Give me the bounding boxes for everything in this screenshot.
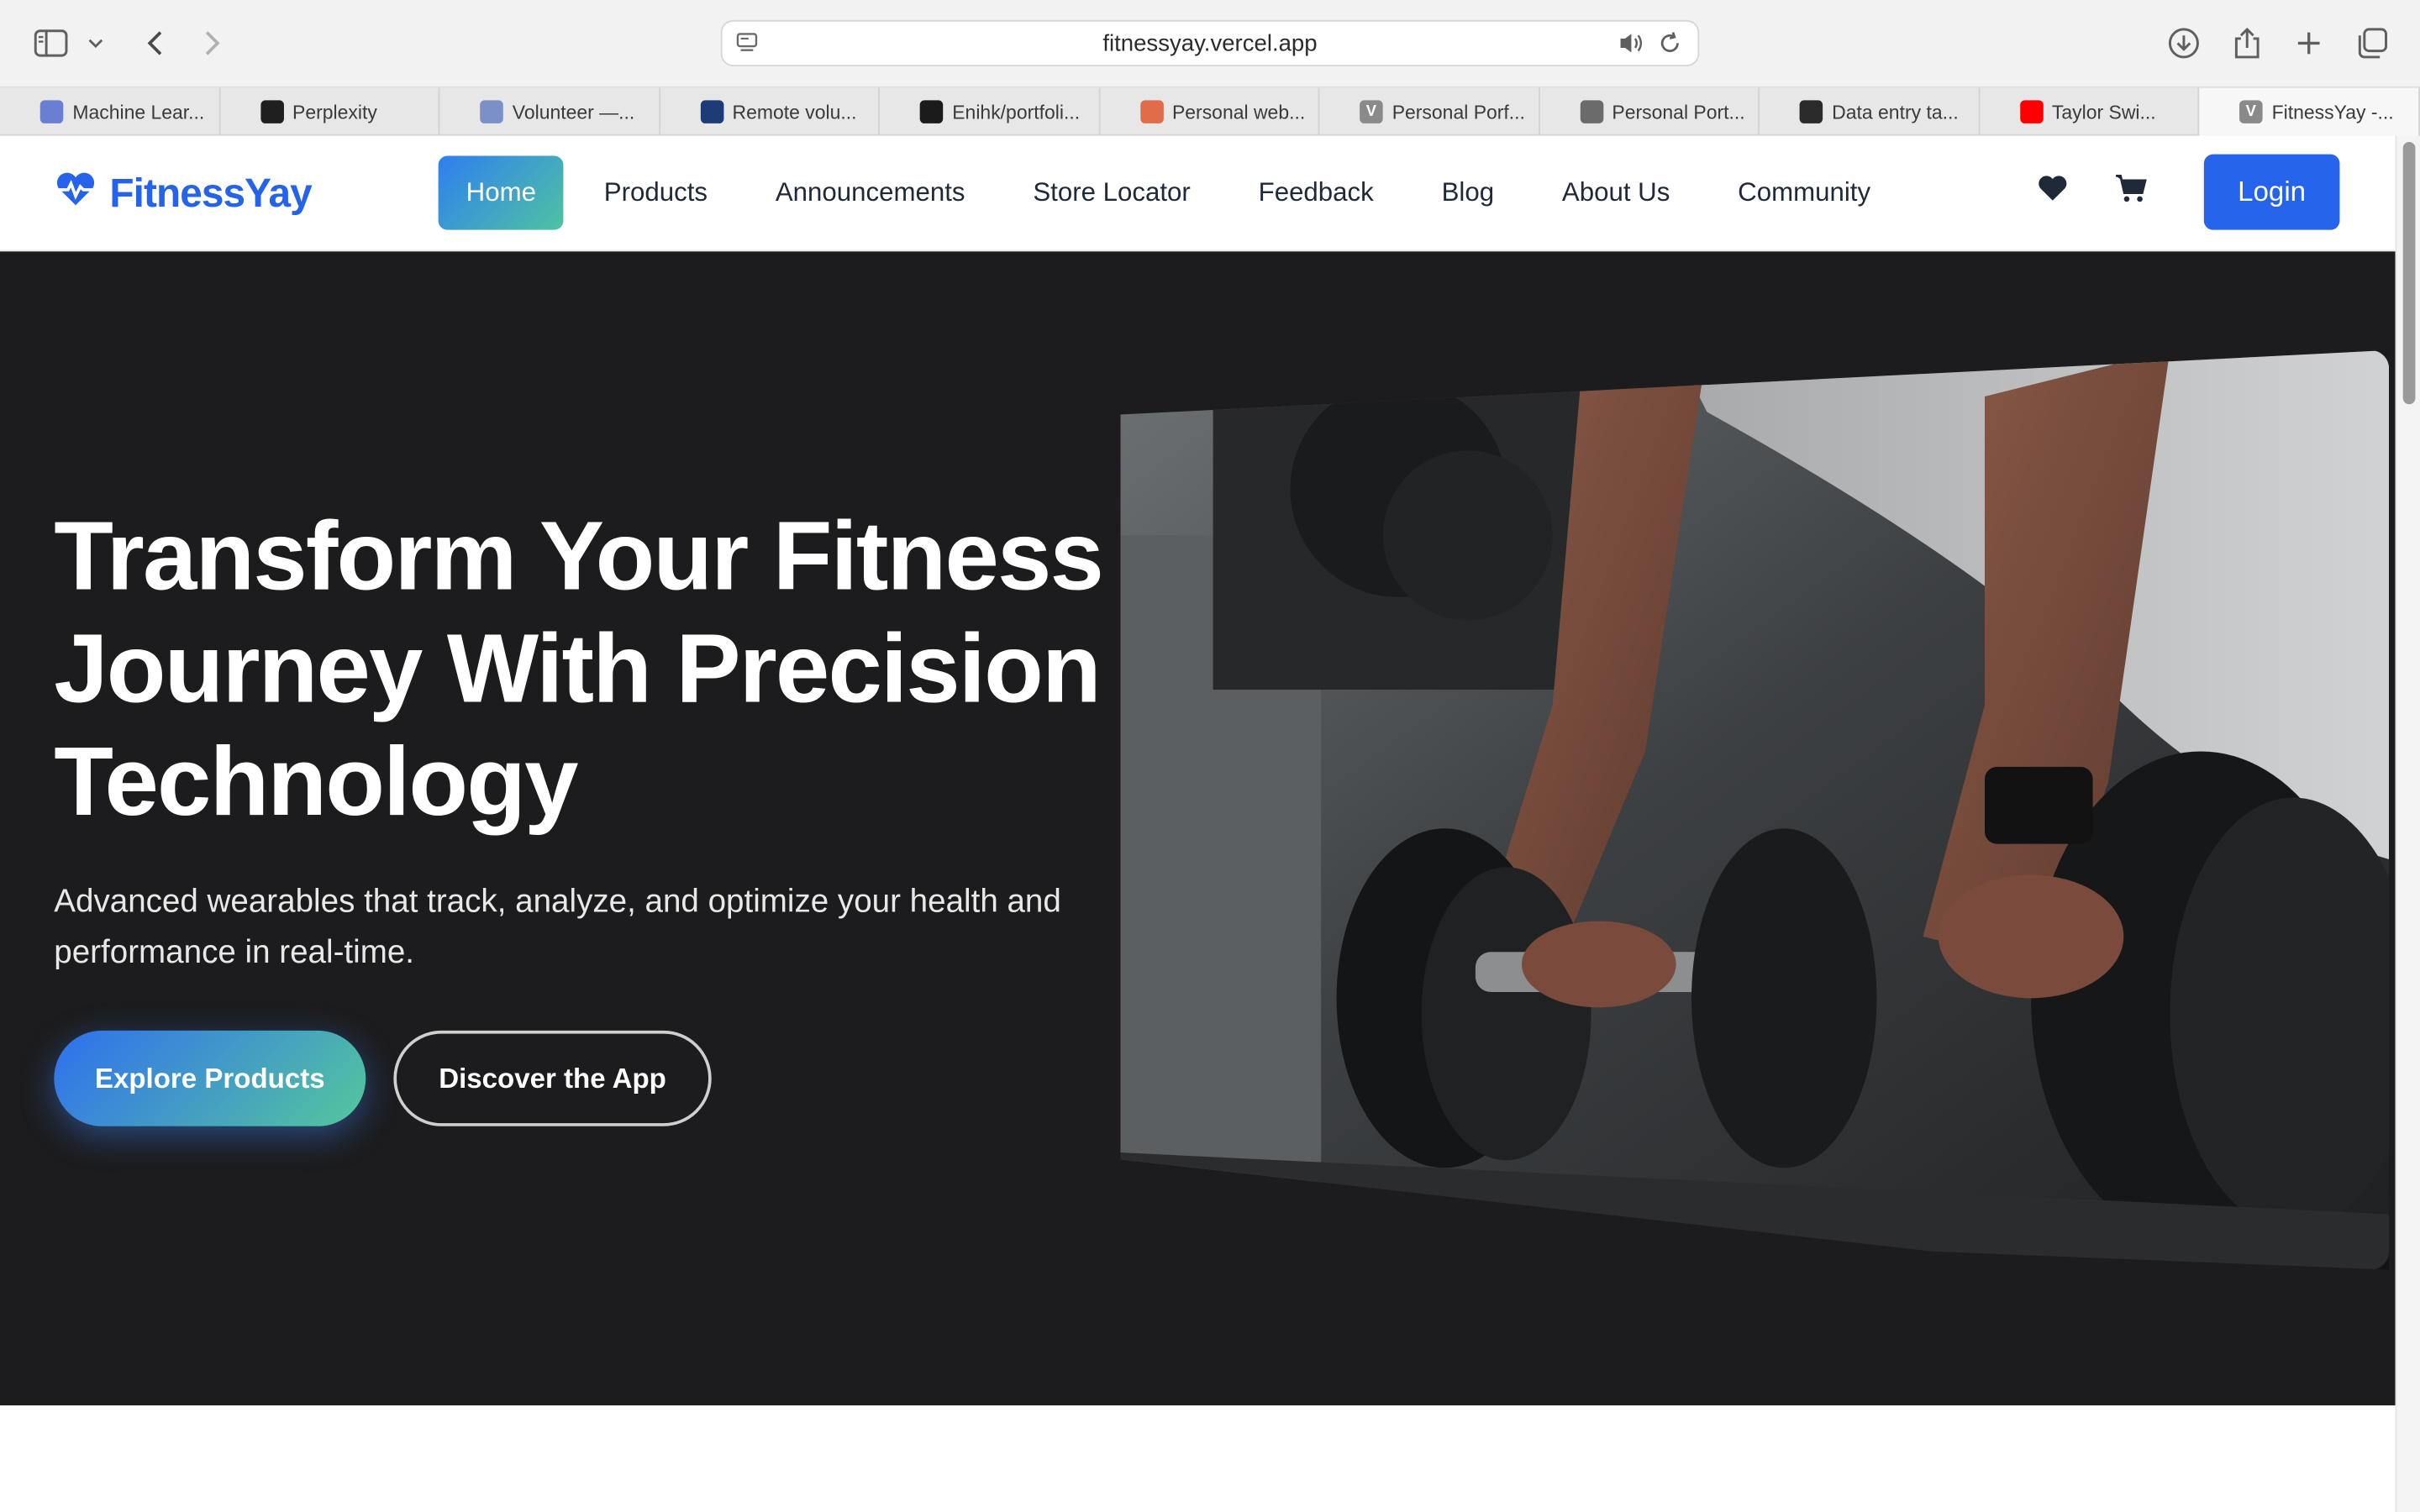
github-icon — [919, 100, 944, 123]
youtube-icon — [2019, 100, 2043, 123]
browser-tab[interactable]: Machine Lear... — [0, 87, 220, 136]
mountain-icon — [480, 100, 503, 123]
site-header: FitnessYay Home Products Announcements Stor… — [0, 135, 2396, 252]
login-button[interactable]: Login — [2203, 154, 2340, 230]
browser-tab[interactable]: Remote volu... — [660, 87, 880, 136]
scrollbar-thumb[interactable] — [2402, 141, 2416, 405]
sidebar-toggle-icon[interactable] — [29, 22, 72, 65]
tab-label: Taylor Swi... — [2051, 101, 2156, 123]
tab-label: FitnessYay -... — [2271, 101, 2394, 123]
tab-label: Data entry ta... — [1832, 101, 1959, 123]
explore-products-button[interactable]: Explore Products — [54, 1030, 366, 1126]
nav-item-home[interactable]: Home — [438, 155, 565, 230]
browser-tab[interactable]: Perplexity — [220, 87, 440, 136]
tab-label: Remote volu... — [732, 101, 857, 123]
tab-label: Volunteer —... — [512, 101, 635, 123]
nav-item-products[interactable]: Products — [576, 156, 735, 230]
hero-section: Transform Your Fitness Journey With Prec… — [0, 251, 2396, 1406]
heartbeat-icon — [54, 171, 97, 216]
browser-tab[interactable]: Volunteer —... — [439, 87, 660, 136]
forward-icon[interactable] — [192, 22, 234, 65]
tab-label: Machine Lear... — [72, 101, 205, 123]
page-scrollbar[interactable] — [2395, 135, 2420, 1512]
logo[interactable]: FitnessYay — [54, 170, 313, 218]
openai-icon — [1799, 100, 1823, 123]
hero-gym-image — [1120, 349, 2390, 1270]
back-icon[interactable] — [133, 22, 176, 65]
nav-item-blog[interactable]: Blog — [1414, 156, 1523, 230]
tab-label: Personal Port... — [1612, 101, 1745, 123]
nav-item-feedback[interactable]: Feedback — [1231, 156, 1402, 230]
cart-icon[interactable] — [2114, 173, 2148, 212]
downloads-icon[interactable] — [2162, 22, 2205, 65]
nav-item-announcements[interactable]: Announcements — [748, 156, 993, 230]
logo-text: FitnessYay — [109, 170, 312, 217]
tab-bar: Machine Lear... Perplexity Volunteer —... R… — [0, 87, 2420, 136]
browser-tab[interactable]: Personal web... — [1100, 87, 1320, 136]
main-nav: Home Products Announcements Store Locator Fe… — [438, 155, 1911, 230]
speaker-icon[interactable] — [1618, 31, 1645, 64]
at-icon — [699, 100, 723, 123]
browser-toolbar: fitnessyay.vercel.app — [0, 0, 2420, 88]
tab-label: Personal web... — [1171, 101, 1306, 123]
browser-tab[interactable]: V Personal Porf... — [1319, 87, 1540, 136]
browser-tab[interactable]: Taylor Swi... — [1980, 87, 2200, 136]
compass-icon — [1579, 100, 1603, 123]
nav-item-community[interactable]: Community — [1710, 156, 1898, 230]
address-bar[interactable]: fitnessyay.vercel.app — [720, 19, 1700, 66]
hero-title: Transform Your Fitness Journey With Prec… — [54, 502, 1104, 837]
perplexity-icon — [260, 100, 284, 123]
browser-tab[interactable]: V FitnessYay -... — [2199, 87, 2420, 136]
url-text[interactable]: fitnessyay.vercel.app — [723, 31, 1698, 57]
browser-tab[interactable]: Personal Port... — [1539, 87, 1760, 136]
nav-item-about-us[interactable]: About Us — [1534, 156, 1698, 230]
share-icon[interactable] — [2226, 22, 2269, 65]
tab-label: Personal Porf... — [1392, 101, 1525, 123]
next-section — [0, 1405, 2396, 1512]
browser-tab[interactable]: Data entry ta... — [1760, 87, 1980, 136]
heart-icon[interactable] — [2037, 175, 2068, 210]
v-icon: V — [1360, 100, 1383, 123]
discover-app-button[interactable]: Discover the App — [393, 1030, 712, 1126]
tab-label: Enihk/portfoli... — [952, 101, 1081, 123]
nav-item-store-locator[interactable]: Store Locator — [1005, 156, 1218, 230]
new-tab-icon[interactable] — [2287, 22, 2330, 65]
chevron-down-icon[interactable] — [77, 22, 114, 65]
tab-label: Perplexity — [292, 101, 377, 123]
hero-subtitle: Advanced wearables that track, analyze, … — [54, 884, 1061, 971]
reload-icon[interactable] — [1658, 31, 1682, 64]
tab-overview-icon[interactable] — [2350, 22, 2393, 65]
browser-tab[interactable]: Enihk/portfoli... — [880, 87, 1100, 136]
graduation-cap-icon — [39, 100, 64, 123]
v-icon: V — [2239, 100, 2263, 123]
sparkle-icon — [1139, 100, 1163, 123]
